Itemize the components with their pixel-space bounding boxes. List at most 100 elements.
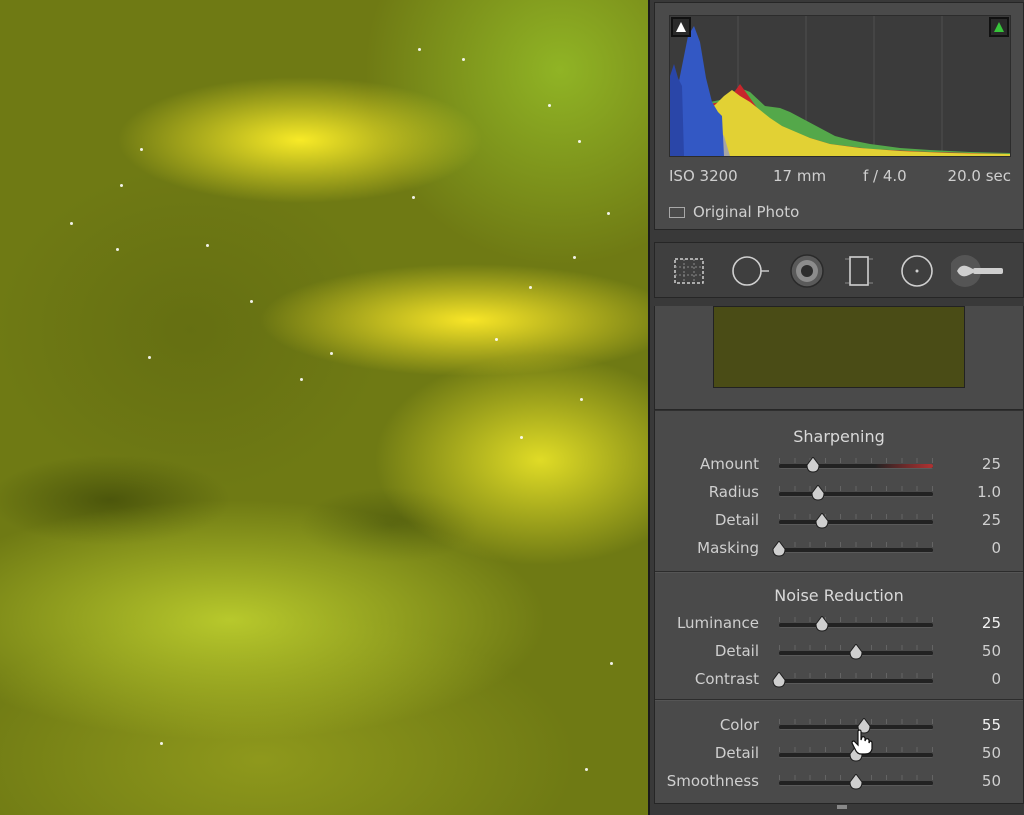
slider-row-contrast: Contrast 0 xyxy=(655,668,1023,692)
slider-value[interactable]: 50 xyxy=(982,772,1001,790)
radial-filter-tool[interactable] xyxy=(897,251,937,291)
slider-label: Radius xyxy=(708,483,759,501)
slider-track[interactable] xyxy=(779,679,933,684)
detail-panel: Sharpening Amount 25 Radius 1.0 Detail 25 Mask… xyxy=(654,410,1024,809)
slider-value[interactable]: 50 xyxy=(982,642,1001,660)
slider-row-masking: Masking 0 xyxy=(655,537,1023,561)
star xyxy=(140,148,143,151)
hand-cursor-icon xyxy=(851,729,873,755)
slider-label: Detail xyxy=(714,642,759,660)
exif-iso: ISO 3200 xyxy=(669,167,738,185)
slider-label: Smoothness xyxy=(666,772,759,790)
detail-preview-thumbnail[interactable] xyxy=(713,306,965,388)
graduated-filter-tool[interactable] xyxy=(839,251,879,291)
histogram-panel: ISO 3200 17 mm f / 4.0 20.0 sec Original… xyxy=(654,2,1024,230)
slider-row-detail: Detail 50 xyxy=(655,742,1023,766)
slider-value[interactable]: 0 xyxy=(991,670,1001,688)
slider-value[interactable]: 1.0 xyxy=(977,483,1001,501)
original-photo-toggle[interactable]: Original Photo xyxy=(669,203,799,221)
star xyxy=(160,742,163,745)
red-eye-icon xyxy=(790,254,824,288)
star xyxy=(585,768,588,771)
star xyxy=(462,58,465,61)
slider-row-detail: Detail 25 xyxy=(655,509,1023,533)
slider-value[interactable]: 25 xyxy=(982,511,1001,529)
slider-label: Contrast xyxy=(694,670,759,688)
slider-thumb[interactable] xyxy=(849,643,863,660)
triangle-up-icon xyxy=(994,22,1004,32)
star xyxy=(250,300,253,303)
slider-track[interactable] xyxy=(779,520,933,525)
star xyxy=(300,378,303,381)
slider-label: Detail xyxy=(714,744,759,762)
star xyxy=(573,256,576,259)
slider-thumb[interactable] xyxy=(810,484,825,501)
exif-aperture: f / 4.0 xyxy=(863,167,907,185)
slider-row-radius: Radius 1.0 xyxy=(655,481,1023,505)
histogram-graph[interactable] xyxy=(669,15,1011,157)
star xyxy=(206,244,209,247)
slider-thumb[interactable] xyxy=(806,456,820,473)
star xyxy=(607,212,610,215)
amount-warning-bar xyxy=(875,464,933,468)
adjustment-brush-tool[interactable] xyxy=(951,251,1007,291)
exif-focal: 17 mm xyxy=(773,167,827,185)
slider-thumb[interactable] xyxy=(815,615,829,632)
slider-row-luminance: Luminance 25 xyxy=(655,612,1023,636)
slider-label: Masking xyxy=(697,539,759,557)
slider-track[interactable] xyxy=(779,623,933,628)
slider-row-smoothness: Smoothness 50 xyxy=(655,770,1023,794)
star xyxy=(70,222,73,225)
shadow-clipping-button[interactable] xyxy=(671,17,691,37)
star xyxy=(330,352,333,355)
slider-label: Amount xyxy=(700,455,759,473)
slider-ticks xyxy=(779,617,933,622)
original-photo-label: Original Photo xyxy=(693,203,800,221)
slider-thumb[interactable] xyxy=(815,512,829,529)
photo-preview[interactable] xyxy=(0,0,648,815)
spot-removal-tool[interactable] xyxy=(729,251,769,291)
crop-icon xyxy=(674,258,704,284)
slider-ticks xyxy=(779,542,933,547)
red-eye-tool[interactable] xyxy=(787,251,827,291)
histogram-curves xyxy=(670,16,1010,156)
tool-strip xyxy=(654,242,1024,298)
graduated-filter-icon xyxy=(845,256,873,286)
slider-row-color: Color 55 xyxy=(655,714,1023,738)
radial-filter-icon xyxy=(901,255,933,287)
slider-ticks xyxy=(779,458,933,463)
star xyxy=(495,338,498,341)
star xyxy=(548,104,551,107)
slider-row-detail: Detail 50 xyxy=(655,640,1023,664)
star xyxy=(418,48,421,51)
star xyxy=(116,248,119,251)
slider-value[interactable]: 55 xyxy=(982,716,1001,734)
exif-shutter: 20.0 sec xyxy=(947,167,1011,185)
develop-right-panel: ISO 3200 17 mm f / 4.0 20.0 sec Original… xyxy=(648,0,1024,815)
scroll-indicator[interactable] xyxy=(837,805,847,809)
star xyxy=(120,184,123,187)
slider-thumb[interactable] xyxy=(772,671,786,688)
slider-value[interactable]: 25 xyxy=(982,455,1001,473)
star xyxy=(578,140,581,143)
crop-overlay-tool[interactable] xyxy=(669,251,709,291)
slider-label: Detail xyxy=(714,511,759,529)
star xyxy=(412,196,415,199)
slider-ticks xyxy=(779,486,933,491)
star xyxy=(148,356,151,359)
highlight-clipping-button[interactable] xyxy=(989,17,1009,37)
slider-value[interactable]: 0 xyxy=(991,539,1001,557)
slider-value[interactable]: 50 xyxy=(982,744,1001,762)
star xyxy=(529,286,532,289)
slider-value[interactable]: 25 xyxy=(982,614,1001,632)
slider-thumb[interactable] xyxy=(849,773,863,790)
slider-label: Color xyxy=(719,716,759,734)
original-photo-checkbox[interactable] xyxy=(669,206,685,218)
section-divider xyxy=(655,699,1023,701)
slider-thumb[interactable] xyxy=(772,540,786,557)
slider-track[interactable] xyxy=(779,548,933,553)
star xyxy=(610,662,613,665)
detail-preview-panel xyxy=(654,306,1024,410)
slider-track[interactable] xyxy=(779,492,933,497)
slider-row-amount: Amount 25 xyxy=(655,453,1023,477)
